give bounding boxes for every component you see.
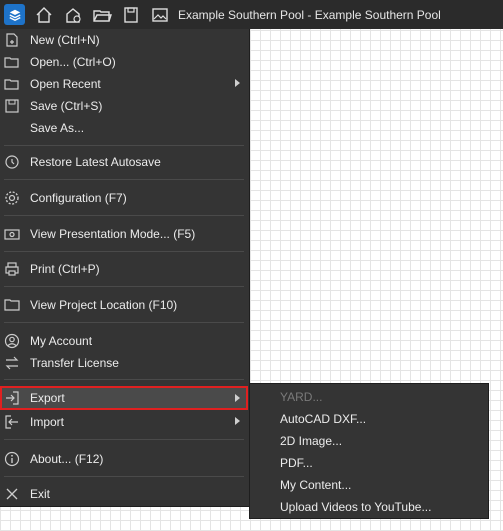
submenu-item-autocad-dxf[interactable]: AutoCAD DXF... [280,412,366,426]
user-icon [4,333,20,349]
menu-separator [4,286,244,287]
history-icon [4,154,20,170]
submenu-arrow-icon [235,417,240,425]
menu-separator [4,179,244,180]
menu-separator [4,379,244,380]
submenu-arrow-icon [235,394,240,402]
folder-icon [4,297,20,313]
new-project-icon[interactable] [58,0,87,29]
image-icon[interactable] [145,0,174,29]
menu-item-about[interactable]: About... (F12) [0,448,248,470]
save-icon[interactable] [116,0,145,29]
menu-item-exit[interactable]: Exit [0,483,248,505]
menu-item-label: Exit [30,487,51,501]
canvas-area[interactable] [0,507,249,531]
submenu-item-yard: YARD... [280,390,323,404]
submenu-arrow-icon [235,79,240,87]
export-icon [4,390,20,406]
printer-icon [4,261,20,277]
home-icon[interactable] [29,0,58,29]
menu-item-save-as[interactable]: Save As... [0,117,248,139]
gear-icon [4,190,20,206]
transfer-icon [4,355,20,371]
menu-separator [4,251,244,252]
menu-item-label: Open Recent [30,77,101,91]
menu-separator [4,476,244,477]
menu-item-restore-autosave[interactable]: Restore Latest Autosave [0,151,248,173]
menu-item-label: Open... (Ctrl+O) [30,55,116,69]
menu-item-new[interactable]: New (Ctrl+N) [0,29,248,51]
menu-item-label: Transfer License [30,356,119,370]
menu-item-label: Print (Ctrl+P) [30,262,100,276]
menu-item-label: Export [30,391,65,405]
menu-item-save[interactable]: Save (Ctrl+S) [0,95,248,117]
submenu-item-pdf[interactable]: PDF... [280,456,313,470]
import-icon [4,414,20,430]
menu-item-project-location[interactable]: View Project Location (F10) [0,294,248,316]
presentation-icon [4,226,20,242]
menu-item-label: View Presentation Mode... (F5) [30,227,196,241]
open-folder-icon [4,54,20,70]
menu-item-label: Save As... [30,121,85,135]
menu-separator [4,439,244,440]
menu-item-label: About... (F12) [30,452,104,466]
new-file-icon [4,32,20,48]
menu-item-import[interactable]: Import [0,411,248,433]
open-folder-icon [4,76,20,92]
menu-item-label: Save (Ctrl+S) [30,99,103,113]
submenu-item-2d-image[interactable]: 2D Image... [280,434,342,448]
menu-item-configuration[interactable]: Configuration (F7) [0,187,248,209]
menu-item-presentation-mode[interactable]: View Presentation Mode... (F5) [0,223,248,245]
app-logo-icon[interactable] [4,4,25,25]
menu-item-label: Restore Latest Autosave [30,155,161,169]
menu-item-label: Configuration (F7) [30,191,127,205]
window-title: Example Southern Pool - Example Southern… [178,7,441,22]
menu-item-my-account[interactable]: My Account [0,330,248,352]
submenu-item-upload-youtube[interactable]: Upload Videos to YouTube... [280,500,431,514]
export-submenu: YARD... AutoCAD DXF... 2D Image... PDF..… [249,383,489,519]
menu-item-open-recent[interactable]: Open Recent [0,73,248,95]
open-folder-icon[interactable] [87,0,116,29]
save-icon [4,98,20,114]
menu-item-label: My Account [30,334,93,348]
menu-separator [4,215,244,216]
info-icon [4,451,20,467]
close-icon [4,486,20,502]
menu-item-label: New (Ctrl+N) [30,33,100,47]
menu-item-export[interactable]: Export [0,386,248,410]
title-bar: Example Southern Pool - Example Southern… [0,0,503,29]
menu-separator [4,322,244,323]
menu-item-label: View Project Location (F10) [30,298,178,312]
menu-item-print[interactable]: Print (Ctrl+P) [0,258,248,280]
menu-item-transfer-license[interactable]: Transfer License [0,352,248,374]
menu-item-open[interactable]: Open... (Ctrl+O) [0,51,248,73]
menu-item-label: Import [30,415,65,429]
submenu-item-my-content[interactable]: My Content... [280,478,351,492]
file-menu: New (Ctrl+N) Open... (Ctrl+O) Open Recen… [0,29,250,507]
menu-separator [4,145,244,146]
